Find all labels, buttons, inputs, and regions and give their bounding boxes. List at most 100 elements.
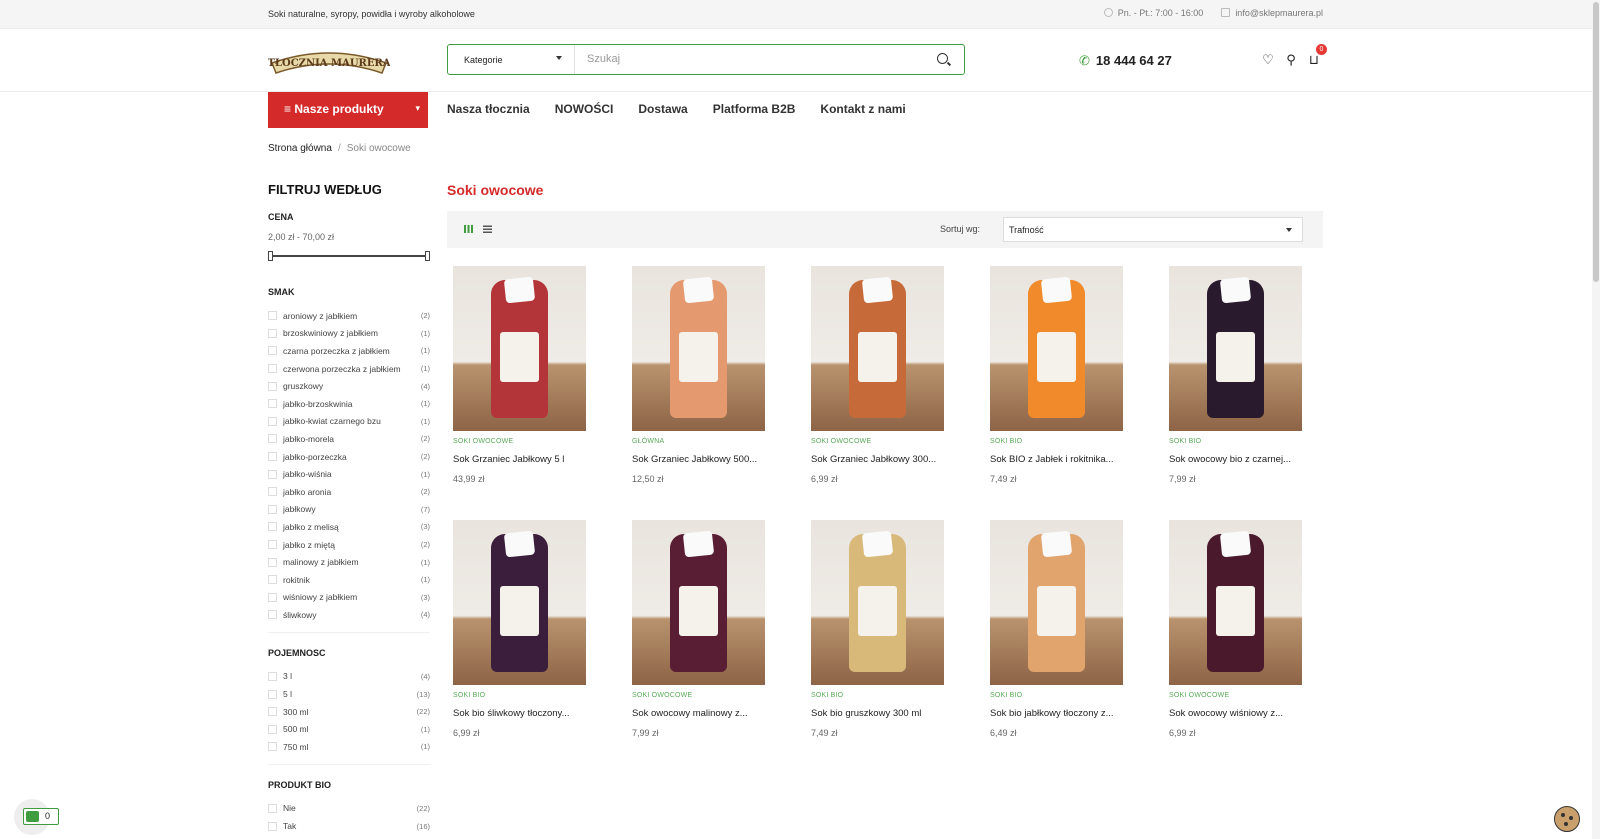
filter-option[interactable]: czerwona porzeczka z jabłkiem (1) — [268, 360, 430, 378]
product-card[interactable]: SOKI BIO Sok owocowy bio z czarnej... 7,99… — [1169, 266, 1332, 520]
checkbox[interactable] — [268, 522, 277, 532]
filter-option[interactable]: jabłko-kwiat czarnego bzu (1) — [268, 413, 430, 431]
product-name[interactable]: Sok Grzaniec Jabłkowy 300... — [811, 454, 961, 465]
product-card[interactable]: SOKI OWOCOWE Sok Grzaniec Jabłkowy 5 l 43,… — [453, 266, 616, 520]
filter-option[interactable]: aroniowy z jabłkiem (2) — [268, 307, 430, 325]
product-image[interactable] — [811, 520, 944, 685]
checkbox[interactable] — [268, 364, 277, 374]
checkbox[interactable] — [268, 346, 277, 356]
product-category[interactable]: SOKI OWOCOWE — [1169, 692, 1229, 699]
grid-view-icon[interactable] — [464, 225, 473, 233]
filter-option[interactable]: gruszkowy (4) — [268, 377, 430, 395]
checkbox[interactable] — [268, 504, 277, 514]
scrollbar-thumb[interactable] — [1593, 2, 1599, 282]
cart-bag-icon[interactable]: ⊔ 0 — [1307, 44, 1327, 67]
product-category[interactable]: SOKI BIO — [811, 692, 843, 699]
checkbox[interactable] — [268, 469, 277, 479]
product-image[interactable] — [453, 520, 586, 685]
nav-link-kontakt[interactable]: Kontakt z nami — [820, 102, 905, 116]
checkbox[interactable] — [268, 557, 277, 567]
checkbox[interactable] — [268, 671, 277, 681]
cookie-settings-icon[interactable] — [1554, 806, 1580, 832]
slider-handle-min[interactable] — [268, 251, 273, 261]
nav-link-dostawa[interactable]: Dostawa — [638, 102, 687, 116]
slider-handle-max[interactable] — [425, 251, 430, 261]
filter-option[interactable]: Tak (16) — [268, 817, 430, 835]
product-category[interactable]: SOKI BIO — [453, 692, 485, 699]
product-card[interactable]: GŁÓWNA Sok Grzaniec Jabłkowy 500... 12,50 … — [632, 266, 795, 520]
product-name[interactable]: Sok Grzaniec Jabłkowy 5 l — [453, 454, 603, 465]
checkbox[interactable] — [268, 724, 277, 734]
price-slider[interactable] — [268, 251, 430, 261]
checkbox[interactable] — [268, 399, 277, 409]
breadcrumb-home[interactable]: Strona główna — [268, 143, 332, 154]
sort-select[interactable]: Trafność — [1003, 217, 1303, 242]
search-input[interactable]: Szukaj — [575, 45, 924, 74]
checkbox[interactable] — [268, 452, 277, 462]
product-card[interactable]: SOKI OWOCOWE Sok owocowy malinowy z... 7,9… — [632, 520, 795, 774]
checkbox[interactable] — [268, 575, 277, 585]
product-name[interactable]: Sok bio jabłkowy tłoczony z... — [990, 708, 1140, 719]
product-image[interactable] — [990, 520, 1123, 685]
filter-option[interactable]: jabłko aronia (2) — [268, 483, 430, 501]
filter-option[interactable]: 5 l (13) — [268, 685, 430, 703]
account-user-icon[interactable]: ⚲ — [1284, 53, 1298, 67]
filter-option[interactable]: jabłko z melisą (3) — [268, 518, 430, 536]
product-name[interactable]: Sok Grzaniec Jabłkowy 500... — [632, 454, 782, 465]
product-card[interactable]: SOKI BIO Sok bio śliwkowy tłoczony... 6,99… — [453, 520, 616, 774]
product-name[interactable]: Sok owocowy malinowy z... — [632, 708, 782, 719]
filter-option[interactable]: Nie (22) — [268, 800, 430, 818]
product-card[interactable]: SOKI OWOCOWE Sok owocowy wiśniowy z... 6,9… — [1169, 520, 1332, 774]
product-category[interactable]: SOKI BIO — [1169, 438, 1201, 445]
product-card[interactable]: SOKI OWOCOWE Sok Grzaniec Jabłkowy 300...… — [811, 266, 974, 520]
filter-option[interactable]: 750 ml (1) — [268, 738, 430, 756]
nav-link-nowosci[interactable]: NOWOŚCI — [555, 102, 614, 116]
checkbox[interactable] — [268, 381, 277, 391]
filter-option[interactable]: czarna porzeczka z jabłkiem (1) — [268, 342, 430, 360]
product-name[interactable]: Sok bio śliwkowy tłoczony... — [453, 708, 603, 719]
checkbox[interactable] — [268, 707, 277, 717]
product-category[interactable]: SOKI BIO — [990, 692, 1022, 699]
filter-option[interactable]: śliwkowy (4) — [268, 606, 430, 624]
reviews-widget[interactable]: 0 — [14, 799, 59, 835]
filter-option[interactable]: jabłko-brzoskwinia (1) — [268, 395, 430, 413]
filter-option[interactable]: malinowy z jabłkiem (1) — [268, 553, 430, 571]
logo[interactable]: TŁOCZNIA MAURERA — [267, 39, 391, 81]
checkbox[interactable] — [268, 610, 277, 620]
filter-option[interactable]: brzoskwiniowy z jabłkiem (1) — [268, 325, 430, 343]
product-image[interactable] — [990, 266, 1123, 431]
product-image[interactable] — [632, 266, 765, 431]
phone-number[interactable]: ✆ 18 444 64 27 — [1079, 53, 1172, 69]
filter-option[interactable]: jabłkowy (7) — [268, 501, 430, 519]
filter-option[interactable]: 300 ml (22) — [268, 703, 430, 721]
checkbox[interactable] — [268, 803, 277, 813]
product-image[interactable] — [632, 520, 765, 685]
product-category[interactable]: SOKI OWOCOWE — [632, 692, 692, 699]
checkbox[interactable] — [268, 742, 277, 752]
filter-option[interactable]: wiśniowy z jabłkiem (3) — [268, 589, 430, 607]
product-card[interactable]: SOKI BIO Sok bio gruszkowy 300 ml 7,49 zł — [811, 520, 974, 774]
category-select[interactable]: Kategorie — [448, 45, 575, 74]
email-link[interactable]: info@sklepmaurera.pl — [1221, 8, 1323, 18]
product-name[interactable]: Sok owocowy wiśniowy z... — [1169, 708, 1319, 719]
search-button[interactable] — [924, 45, 964, 74]
product-image[interactable] — [1169, 266, 1302, 431]
filter-option[interactable]: rokitnik (1) — [268, 571, 430, 589]
checkbox[interactable] — [268, 689, 277, 699]
product-category[interactable]: GŁÓWNA — [632, 438, 664, 445]
checkbox[interactable] — [268, 416, 277, 426]
checkbox[interactable] — [268, 592, 277, 602]
product-image[interactable] — [811, 266, 944, 431]
checkbox[interactable] — [268, 328, 277, 338]
product-name[interactable]: Sok BIO z Jabłek i rokitnika... — [990, 454, 1140, 465]
product-name[interactable]: Sok bio gruszkowy 300 ml — [811, 708, 961, 719]
product-name[interactable]: Sok owocowy bio z czarnej... — [1169, 454, 1319, 465]
checkbox[interactable] — [268, 434, 277, 444]
checkbox[interactable] — [268, 311, 277, 321]
checkbox[interactable] — [268, 487, 277, 497]
filter-option[interactable]: jabłko-wiśnia (1) — [268, 465, 430, 483]
filter-option[interactable]: jabłko-porzeczka (2) — [268, 448, 430, 466]
product-category[interactable]: SOKI BIO — [990, 438, 1022, 445]
products-menu-button[interactable]: ≡ Nasze produkty ▾ — [268, 92, 428, 128]
product-card[interactable]: SOKI BIO Sok BIO z Jabłek i rokitnika... 7… — [990, 266, 1153, 520]
